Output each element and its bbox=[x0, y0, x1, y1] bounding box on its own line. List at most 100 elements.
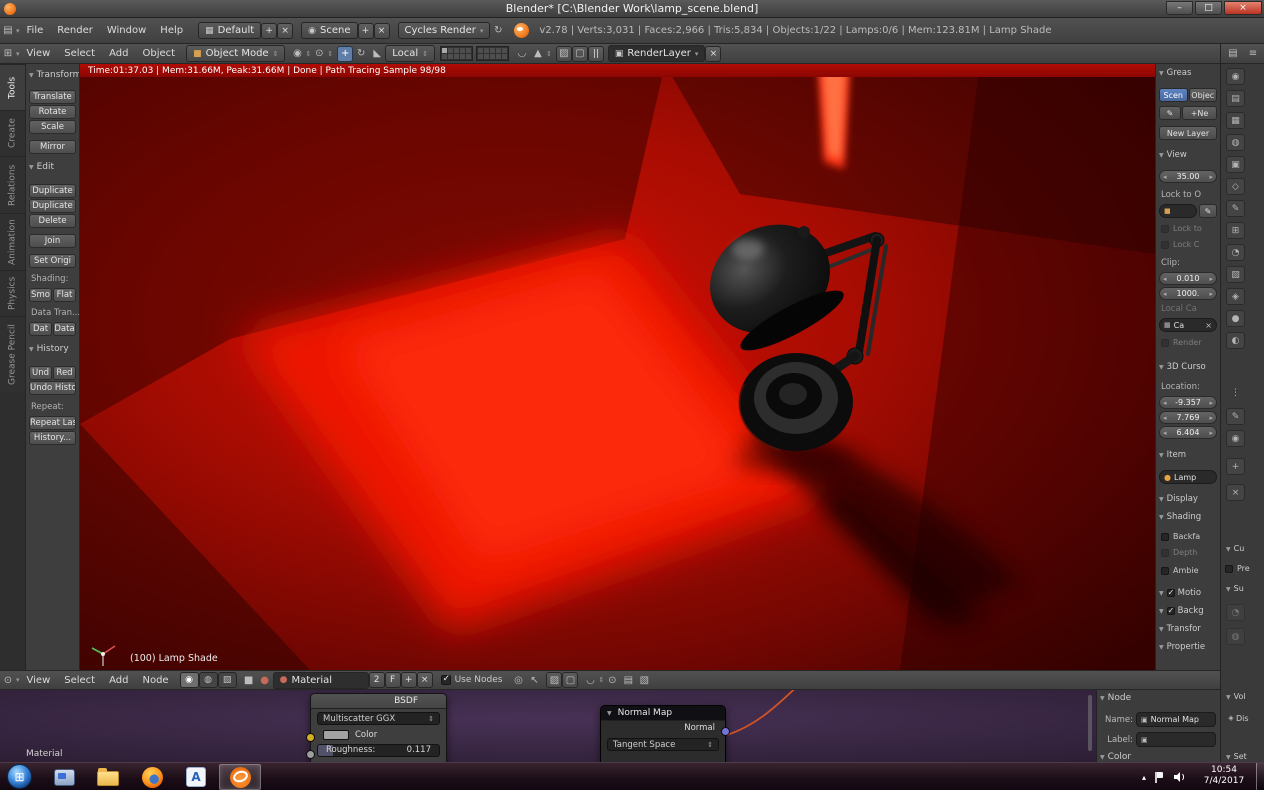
start-button[interactable]: ⊞ bbox=[7, 764, 32, 789]
speaker-icon[interactable] bbox=[1173, 771, 1186, 783]
roughness-slider[interactable]: Roughness: 0.117 bbox=[317, 744, 440, 757]
color-swatch[interactable] bbox=[323, 730, 349, 740]
texture-nodes-icon[interactable]: ▧ bbox=[218, 672, 237, 688]
data-transfer-button[interactable]: Dat bbox=[29, 322, 52, 336]
collapse-icon[interactable] bbox=[1159, 362, 1167, 372]
menu-file[interactable]: File bbox=[20, 25, 51, 36]
mirror-button[interactable]: Mirror bbox=[29, 140, 76, 154]
taskbar-blender[interactable] bbox=[219, 764, 261, 790]
edit-lock-button[interactable]: ✎ bbox=[1199, 204, 1217, 218]
collapse-icon[interactable] bbox=[29, 70, 37, 80]
material-preview-icon[interactable]: ◉ bbox=[1226, 430, 1245, 447]
space-dropdown[interactable]: Tangent Space ⇕ bbox=[607, 738, 719, 751]
lens-stepper[interactable]: 35.00 bbox=[1159, 170, 1217, 183]
surface-extra-icon[interactable]: ◍ bbox=[1226, 628, 1245, 645]
render-pause-button[interactable]: || bbox=[588, 46, 604, 62]
redo-button[interactable]: Red bbox=[53, 366, 76, 380]
props-tab-renderlayers-icon[interactable]: ▤ bbox=[1226, 90, 1245, 107]
snap-element-icon[interactable]: ▲ bbox=[530, 46, 546, 62]
action-center-icon[interactable] bbox=[1155, 772, 1164, 783]
normal-output-socket[interactable] bbox=[721, 727, 730, 736]
toolshelf-tab-create[interactable]: Create bbox=[0, 110, 25, 156]
titlebar[interactable]: Blender* [C:\Blender Work\lamp_scene.ble… bbox=[0, 0, 1264, 18]
viewport-3d[interactable]: Time:01:37.03 | Mem:31.66M, Peak:31.66M … bbox=[80, 64, 1155, 670]
render-still-icon[interactable]: ▨ bbox=[546, 672, 562, 688]
snap-target-icon[interactable]: ⊙ bbox=[604, 672, 620, 688]
node-editor-scrollbar[interactable] bbox=[1088, 695, 1092, 751]
collapse-icon[interactable] bbox=[1159, 68, 1167, 78]
collapse-icon[interactable] bbox=[1159, 450, 1167, 460]
mode-selector[interactable]: ■ Object Mode ⇕ bbox=[186, 45, 285, 62]
menu-select[interactable]: Select bbox=[57, 48, 102, 59]
snap-magnet-icon[interactable]: ◡ bbox=[514, 46, 530, 62]
clip-end-stepper[interactable]: 1000. bbox=[1159, 287, 1217, 300]
motion-checkbox[interactable] bbox=[1167, 589, 1175, 597]
props-tab-object-icon[interactable]: ▣ bbox=[1226, 156, 1245, 173]
lock-camera-checkbox[interactable]: Lock C bbox=[1156, 240, 1220, 249]
close-button[interactable]: × bbox=[1224, 1, 1262, 15]
collapse-icon[interactable] bbox=[1100, 693, 1108, 703]
use-nodes-checkbox[interactable]: Use Nodes bbox=[441, 675, 503, 685]
layout-delete-button[interactable]: × bbox=[277, 23, 293, 39]
object-icon[interactable]: ■ bbox=[241, 672, 257, 688]
menu-node[interactable]: Node bbox=[135, 675, 175, 686]
gp-draw-button[interactable]: ✎ bbox=[1159, 106, 1181, 120]
material-unlink-button[interactable]: × bbox=[417, 672, 433, 688]
layers-widget[interactable] bbox=[440, 46, 509, 61]
node-label-field[interactable]: ▣ bbox=[1136, 732, 1216, 747]
backface-checkbox[interactable]: Backfa bbox=[1156, 532, 1220, 541]
cursor-z-stepper[interactable]: 6.404 bbox=[1159, 426, 1217, 439]
minimize-button[interactable]: – bbox=[1166, 1, 1193, 15]
repeat-history-button[interactable]: History... bbox=[29, 431, 76, 445]
menu-add[interactable]: Add bbox=[102, 675, 135, 686]
rotate-button[interactable]: Rotate bbox=[29, 105, 76, 119]
toolshelf-tab-animation[interactable]: Animation bbox=[0, 213, 25, 270]
layers-grid-2[interactable] bbox=[476, 46, 509, 61]
color-input-socket[interactable] bbox=[306, 733, 315, 742]
editor-type-view3d-icon[interactable]: ⊞ bbox=[0, 46, 16, 62]
snap-magnet-icon[interactable]: ◡ bbox=[582, 672, 598, 688]
delete-button[interactable]: Delete bbox=[29, 214, 76, 228]
remove-slot-button[interactable]: × bbox=[1226, 484, 1245, 501]
manipulator-rotate-icon[interactable]: ↻ bbox=[353, 46, 369, 62]
render-engine-selector[interactable]: Cycles Render ▾ bbox=[398, 22, 491, 39]
grip-icon[interactable]: ⋮ bbox=[1226, 384, 1245, 401]
scale-button[interactable]: Scale bbox=[29, 120, 76, 134]
copy-nodes-icon[interactable]: ▤ bbox=[620, 672, 636, 688]
layout-add-button[interactable]: + bbox=[261, 23, 277, 39]
manipulator-scale-icon[interactable]: ◣ bbox=[369, 46, 385, 62]
collapse-icon[interactable] bbox=[1226, 692, 1234, 701]
material-users-button[interactable]: 2 bbox=[369, 672, 385, 688]
collapse-icon[interactable] bbox=[1100, 752, 1108, 762]
props-tab-data-icon[interactable]: ⊞ bbox=[1226, 222, 1245, 239]
collapse-icon[interactable] bbox=[1159, 512, 1167, 522]
cursor-y-stepper[interactable]: 7.769 bbox=[1159, 411, 1217, 424]
roughness-input-socket[interactable] bbox=[306, 750, 315, 759]
toolshelf-tab-grease-pencil[interactable]: Grease Pencil bbox=[0, 316, 25, 392]
normal-map-node-header[interactable]: Normal Map bbox=[601, 706, 725, 721]
viewport-shading-icon[interactable]: ◉ bbox=[289, 46, 305, 62]
shader-nodes-icon[interactable]: ◉ bbox=[180, 672, 199, 688]
menu-icon[interactable]: ≡ bbox=[1245, 46, 1261, 62]
menu-select[interactable]: Select bbox=[57, 675, 102, 686]
props-tab-scene-icon[interactable]: ▦ bbox=[1226, 112, 1245, 129]
props-tab-constraints-icon[interactable]: ◇ bbox=[1226, 178, 1245, 195]
undo-button[interactable]: Und bbox=[29, 366, 52, 380]
new-layer-button[interactable]: New Layer bbox=[1159, 126, 1217, 140]
taskbar-app-1[interactable] bbox=[43, 764, 85, 790]
set-origin-button[interactable]: Set Origi bbox=[29, 254, 76, 268]
layers-grid-1[interactable] bbox=[440, 46, 473, 61]
gp-object-tab[interactable]: Objec bbox=[1189, 88, 1218, 102]
compositing-nodes-icon[interactable]: ◍ bbox=[199, 672, 218, 688]
show-desktop-button[interactable] bbox=[1256, 763, 1264, 790]
props-tab-texture-icon[interactable]: ▧ bbox=[1226, 266, 1245, 283]
collapse-icon[interactable] bbox=[29, 162, 37, 172]
collapse-icon[interactable] bbox=[1159, 494, 1167, 504]
clip-start-stepper[interactable]: 0.010 bbox=[1159, 272, 1217, 285]
menu-view[interactable]: View bbox=[20, 48, 58, 59]
lock-to-cursor-checkbox[interactable]: Lock to bbox=[1156, 224, 1220, 233]
collapse-icon[interactable] bbox=[1159, 642, 1167, 652]
collapse-icon[interactable] bbox=[1226, 544, 1234, 553]
editor-type-properties-icon[interactable]: ▤ bbox=[1225, 46, 1241, 62]
props-tab-world-icon[interactable]: ◍ bbox=[1226, 134, 1245, 151]
